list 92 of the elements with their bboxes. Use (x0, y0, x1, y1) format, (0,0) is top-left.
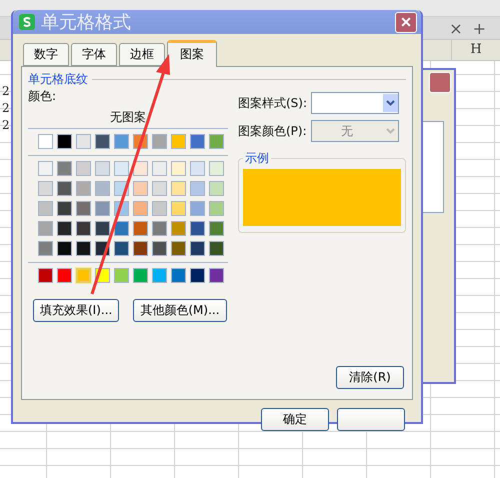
color-swatch[interactable] (38, 221, 53, 236)
color-swatch[interactable] (209, 181, 224, 196)
color-swatch[interactable] (190, 268, 205, 283)
color-swatch[interactable] (38, 161, 53, 176)
cell-value: 2 (1, 100, 10, 117)
color-swatch[interactable] (95, 181, 110, 196)
color-swatch[interactable] (95, 201, 110, 216)
color-swatch[interactable] (152, 134, 167, 149)
cancel-button[interactable] (337, 408, 405, 431)
cell-value: 2 (1, 83, 10, 100)
dialog-title: 单元格格式 (41, 11, 132, 34)
color-swatch[interactable] (152, 161, 167, 176)
color-swatch[interactable] (76, 268, 91, 283)
tab[interactable]: 边框 (119, 43, 165, 66)
close-button[interactable] (429, 72, 451, 93)
tab[interactable]: 字体 (71, 43, 117, 66)
color-swatch[interactable] (57, 181, 72, 196)
color-swatch[interactable] (76, 201, 91, 216)
tab[interactable]: 图案 (167, 40, 217, 67)
tab[interactable]: 数字 (23, 43, 69, 66)
color-swatch[interactable] (190, 161, 205, 176)
sample-label: 示例 (244, 150, 270, 167)
color-swatch[interactable] (114, 221, 129, 236)
color-swatch[interactable] (190, 181, 205, 196)
color-swatch[interactable] (76, 221, 91, 236)
color-swatch[interactable] (171, 181, 186, 196)
color-swatch[interactable] (209, 241, 224, 256)
cell-value: 2 (1, 117, 10, 134)
color-swatch[interactable] (190, 241, 205, 256)
ok-button[interactable]: 确定 (261, 408, 329, 431)
section-title: 单元格底纹 (28, 71, 88, 88)
color-swatch[interactable] (133, 221, 148, 236)
color-swatch[interactable] (38, 134, 53, 149)
new-tab-icon[interactable]: + (472, 18, 486, 38)
color-swatch[interactable] (209, 134, 224, 149)
color-swatch[interactable] (152, 181, 167, 196)
dialog-button[interactable]: 填充效果(I)... (33, 299, 120, 322)
color-swatch[interactable] (76, 161, 91, 176)
color-swatch[interactable] (133, 161, 148, 176)
dialog-button[interactable]: 其他颜色(M)... (133, 299, 227, 322)
no-pattern-option[interactable]: 无图案 (28, 109, 228, 126)
color-swatch[interactable] (152, 268, 167, 283)
color-swatch[interactable] (209, 201, 224, 216)
close-tab-icon[interactable]: × (449, 18, 463, 38)
app-logo-icon (19, 14, 35, 30)
column-header[interactable]: H (451, 40, 500, 60)
color-swatch[interactable] (95, 221, 110, 236)
color-swatch[interactable] (57, 201, 72, 216)
color-swatch[interactable] (190, 221, 205, 236)
color-swatch[interactable] (209, 221, 224, 236)
color-swatch[interactable] (76, 241, 91, 256)
dropdown[interactable] (311, 92, 400, 114)
color-swatch[interactable] (171, 161, 186, 176)
color-swatch[interactable] (171, 268, 186, 283)
color-swatch[interactable] (133, 201, 148, 216)
color-swatch[interactable] (190, 134, 205, 149)
color-swatch[interactable] (114, 241, 129, 256)
color-swatch[interactable] (133, 241, 148, 256)
color-label: 颜色: (28, 88, 58, 105)
color-swatch[interactable] (171, 221, 186, 236)
clear-button[interactable]: 清除(R) (336, 366, 404, 389)
color-swatch[interactable] (152, 221, 167, 236)
color-swatch[interactable] (38, 241, 53, 256)
color-swatch[interactable] (95, 161, 110, 176)
color-swatch[interactable] (133, 181, 148, 196)
color-swatch[interactable] (171, 201, 186, 216)
color-swatch[interactable] (114, 161, 129, 176)
color-swatch[interactable] (209, 161, 224, 176)
color-swatch[interactable] (133, 268, 148, 283)
color-swatch[interactable] (76, 134, 91, 149)
color-swatch[interactable] (152, 201, 167, 216)
color-swatch[interactable] (38, 181, 53, 196)
color-swatch[interactable] (57, 221, 72, 236)
field-label: 图案颜色(P): (238, 122, 307, 140)
color-swatch[interactable] (114, 268, 129, 283)
color-swatch[interactable] (76, 181, 91, 196)
color-swatch[interactable] (57, 241, 72, 256)
color-swatch[interactable] (114, 134, 129, 149)
color-swatch[interactable] (171, 241, 186, 256)
close-button[interactable]: × (395, 12, 417, 32)
color-swatch[interactable] (95, 134, 110, 149)
color-swatch[interactable] (57, 161, 72, 176)
color-swatch[interactable] (190, 201, 205, 216)
color-swatch[interactable] (38, 201, 53, 216)
color-swatch[interactable] (57, 268, 72, 283)
color-swatch[interactable] (209, 268, 224, 283)
color-swatch[interactable] (38, 268, 53, 283)
field-label: 图案样式(S): (238, 94, 308, 112)
color-swatch[interactable] (152, 241, 167, 256)
caret-icon (383, 94, 398, 112)
color-swatch[interactable] (57, 134, 72, 149)
color-swatch[interactable] (171, 134, 186, 149)
